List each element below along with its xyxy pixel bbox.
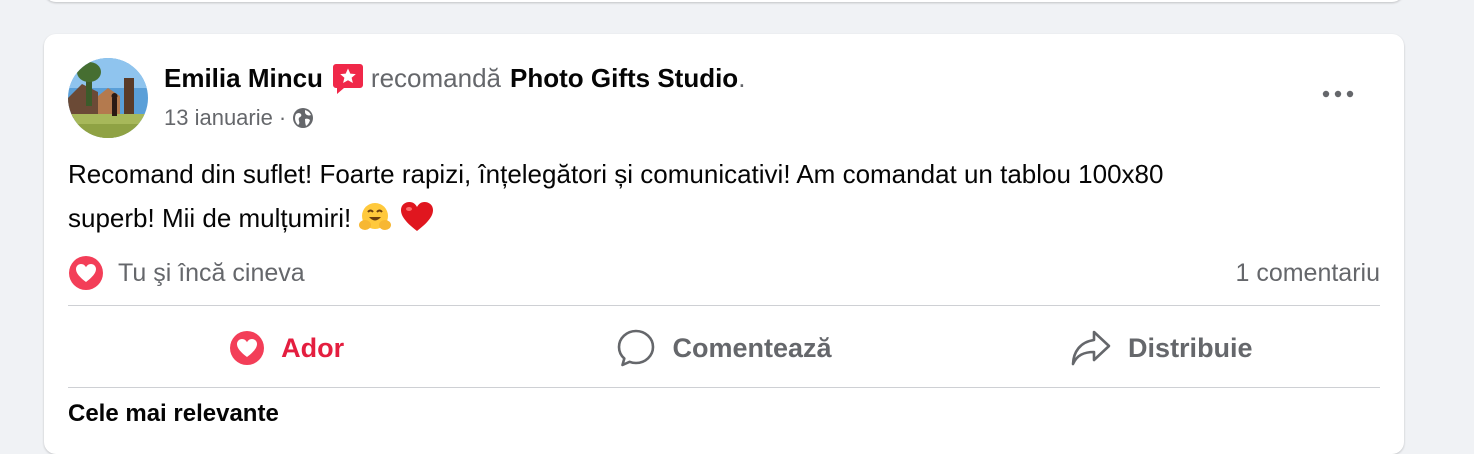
post-date[interactable]: 13 ianuarie xyxy=(164,105,273,131)
post-text-line: superb! Mii de mulțumiri! xyxy=(68,203,352,233)
divider xyxy=(68,387,1380,388)
page-name[interactable]: Photo Gifts Studio xyxy=(510,63,738,94)
comment-icon xyxy=(618,329,655,367)
reactions-bar: Tu şi încă cineva 1 comentariu xyxy=(68,252,1380,294)
love-reaction-icon xyxy=(69,256,103,290)
comment-button[interactable]: Comentează xyxy=(505,308,942,388)
post-text-line-2: superb! Mii de mulțumiri! xyxy=(68,196,1368,246)
post-text-line: Recomand din suflet! Foarte rapizi, înțe… xyxy=(68,159,1164,189)
divider xyxy=(68,305,1380,306)
comment-button-label: Comentează xyxy=(672,332,832,363)
trailing-dot: . xyxy=(738,62,746,93)
post-body: Recomand din suflet! Foarte rapizi, înțe… xyxy=(68,152,1368,246)
comments-count[interactable]: 1 comentariu xyxy=(1235,259,1380,288)
hugging-face-emoji xyxy=(358,201,392,246)
recommend-icon xyxy=(331,61,365,95)
recommend-verb: recomandă xyxy=(370,62,501,93)
more-icon xyxy=(1322,90,1354,98)
meta-separator: · xyxy=(278,105,287,130)
love-button-label: Ador xyxy=(281,332,345,363)
post-meta: 13 ianuarie · xyxy=(164,104,314,132)
previous-post-card xyxy=(44,0,1404,2)
reaction-summary[interactable]: Tu şi încă cineva xyxy=(68,255,305,291)
share-button[interactable]: Distribuie xyxy=(943,308,1380,388)
love-icon xyxy=(230,331,265,365)
post-header: Emilia Mincu recomandă Photo Gifts Studi… xyxy=(164,60,745,96)
more-options-button[interactable] xyxy=(1310,74,1366,114)
globe-icon[interactable] xyxy=(292,107,314,129)
red-heart-emoji xyxy=(400,201,434,246)
action-bar: Ador Comentează Distribuie xyxy=(68,308,1380,388)
share-button-label: Distribuie xyxy=(1128,332,1253,363)
avatar[interactable] xyxy=(68,58,148,138)
love-button[interactable]: Ador xyxy=(68,308,505,388)
post-card: Emilia Mincu recomandă Photo Gifts Studi… xyxy=(44,34,1404,454)
author-name[interactable]: Emilia Mincu xyxy=(164,63,323,94)
comments-sort-label[interactable]: Cele mai relevante xyxy=(68,400,279,428)
reaction-summary-text[interactable]: Tu şi încă cineva xyxy=(118,259,305,288)
share-icon xyxy=(1071,330,1111,366)
